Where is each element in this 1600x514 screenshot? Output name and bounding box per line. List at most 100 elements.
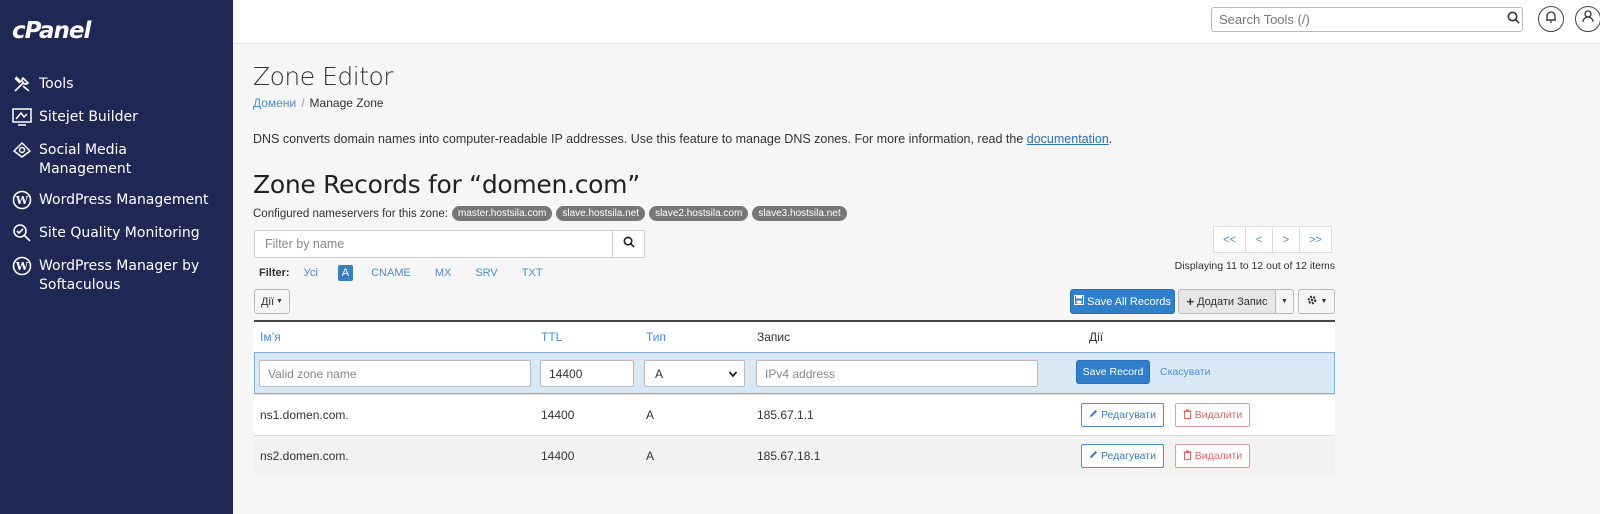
intro-text: DNS converts domain names into computer-… [253,132,1112,146]
edit-record-button[interactable]: Редагувати [1081,444,1164,468]
cancel-link[interactable]: Скасувати [1160,366,1211,378]
record-type-filter: Filter: Усі A CNAME MX SRV TXT [259,265,563,281]
settings-dropdown-button[interactable]: ▼ [1298,289,1335,314]
edit-label: Редагувати [1101,450,1156,462]
delete-label: Видалити [1194,409,1243,421]
caret-down-icon: ▼ [1281,298,1288,305]
filter-txt-button[interactable]: TXT [518,265,547,281]
sidebar-item-tools[interactable]: Tools [0,68,233,101]
save-all-records-button[interactable]: Save All Records [1070,289,1175,314]
documentation-link[interactable]: documentation [1027,132,1109,146]
topbar: Search Tools (/) [233,0,1600,44]
nameservers-label: Configured nameservers for this zone: [253,207,448,220]
filter-by-name-input[interactable]: Filter by name [255,231,612,257]
trash-icon [1183,450,1192,463]
delete-record-button[interactable]: Видалити [1175,403,1250,427]
sidebar-item-social-media[interactable]: Social Media Management [0,134,233,184]
pencil-icon [1089,409,1098,421]
sidebar-item-label: Sitejet Builder [39,109,138,125]
breadcrumb-domains-link[interactable]: Домени [253,96,296,110]
user-icon [1582,10,1594,28]
record-value: 185.67.1.1 [757,408,814,422]
edit-record-button[interactable]: Редагувати [1081,403,1164,427]
search-icon [623,235,635,253]
delete-label: Видалити [1194,450,1243,462]
nameservers-line: Configured nameservers for this zone: ma… [253,206,847,221]
nameserver-badge: master.hostsila.com [451,206,553,221]
sidebar-item-label: Tools [39,76,74,92]
column-header-record: Запис [757,330,791,344]
plus-icon: + [1186,294,1195,309]
sidebar-item-label: Site Quality Monitoring [39,225,200,241]
filter-cname-button[interactable]: CNAME [367,265,415,281]
filter-srv-button[interactable]: SRV [471,265,501,281]
cpanel-logo[interactable]: cPanel [12,18,91,44]
record-value: 185.67.18.1 [757,449,821,463]
previous-page-button[interactable]: < [1245,226,1273,253]
search-input[interactable]: Search Tools (/) [1211,7,1523,32]
table-row: ns1.domen.com. 14400 A 185.67.1.1 Редагу… [254,394,1335,435]
nameserver-badge: slave2.hostsila.com [649,206,749,221]
sidebar: cPanel Tools Sitejet Builder Social Medi… [0,0,233,514]
save-record-button[interactable]: Save Record [1076,360,1150,384]
filter-search-button[interactable] [612,231,644,257]
next-page-button[interactable]: > [1272,226,1300,253]
filter-mx-button[interactable]: MX [431,265,456,281]
bell-icon [1545,10,1557,28]
site-quality-icon [11,222,33,244]
breadcrumb-current: Manage Zone [309,96,384,110]
column-header-type[interactable]: Тип [646,330,666,344]
svg-text:W: W [15,194,29,207]
first-page-button[interactable]: << [1213,226,1246,253]
tools-icon [11,73,33,95]
sidebar-item-sitejet[interactable]: Sitejet Builder [0,101,233,134]
filter-label: Filter: [259,267,290,279]
user-menu-button[interactable] [1575,6,1600,32]
filter-all-button[interactable]: Усі [300,265,322,281]
intro-description: DNS converts domain names into computer-… [253,132,1024,146]
nameserver-badge: slave.hostsila.net [556,206,646,221]
pagination: << < > >> [1213,226,1332,253]
table-row: ns2.domen.com. 14400 A 185.67.18.1 Редаг… [254,435,1335,476]
svg-text:W: W [15,260,29,273]
new-record-row: Valid zone name 14400 A IPv4 address Sav… [254,352,1335,394]
ipv4-address-input[interactable]: IPv4 address [756,360,1038,387]
actions-label: Дії [261,295,274,308]
actions-dropdown-button[interactable]: Дії ▼ [254,289,290,314]
filter-a-button[interactable]: A [337,265,354,281]
record-type: A [646,449,655,463]
notifications-button[interactable] [1538,6,1564,32]
filter-search-group: Filter by name [254,230,645,258]
caret-down-icon: ▼ [276,298,283,305]
sidebar-item-label: Social Media Management [39,142,132,177]
pencil-icon [1089,450,1098,462]
record-type-select[interactable]: A [644,360,745,387]
sidebar-item-site-quality[interactable]: Site Quality Monitoring [0,217,233,250]
sidebar-item-label: WordPress Manager by Softaculous [39,258,200,293]
add-record-button[interactable]: + Додати Запис [1178,289,1276,314]
chevron-down-icon [728,368,738,382]
sitejet-icon [11,106,33,128]
delete-record-button[interactable]: Видалити [1175,444,1250,468]
nameserver-badge: slave3.hostsila.net [752,206,847,221]
sidebar-nav: Tools Sitejet Builder Social Media Manag… [0,68,233,300]
zone-name-input[interactable]: Valid zone name [259,360,531,387]
wordpress-icon: W [11,255,33,277]
breadcrumb-separator: / [301,96,305,110]
column-header-ttl[interactable]: TTL [541,330,562,344]
social-media-icon [11,139,33,161]
zone-records-table: Ім’я TTL Тип Запис Дії Valid zone name 1… [254,320,1335,476]
record-name: ns1.domen.com. [260,408,349,422]
search-icon[interactable] [1507,11,1520,29]
sidebar-item-label: WordPress Management [39,192,209,208]
table-header: Ім’я TTL Тип Запис Дії [254,322,1335,352]
sidebar-item-wordpress-softaculous[interactable]: W WordPress Manager by Softaculous [0,250,233,300]
ttl-input[interactable]: 14400 [540,360,634,387]
add-record-dropdown-toggle[interactable]: ▼ [1275,289,1294,314]
last-page-button[interactable]: >> [1299,226,1332,253]
column-header-name[interactable]: Ім’я [260,330,281,344]
edit-label: Редагувати [1101,409,1156,421]
sidebar-item-wordpress-management[interactable]: W WordPress Management [0,184,233,217]
record-type: A [646,408,655,422]
column-header-actions: Дії [1089,330,1104,344]
